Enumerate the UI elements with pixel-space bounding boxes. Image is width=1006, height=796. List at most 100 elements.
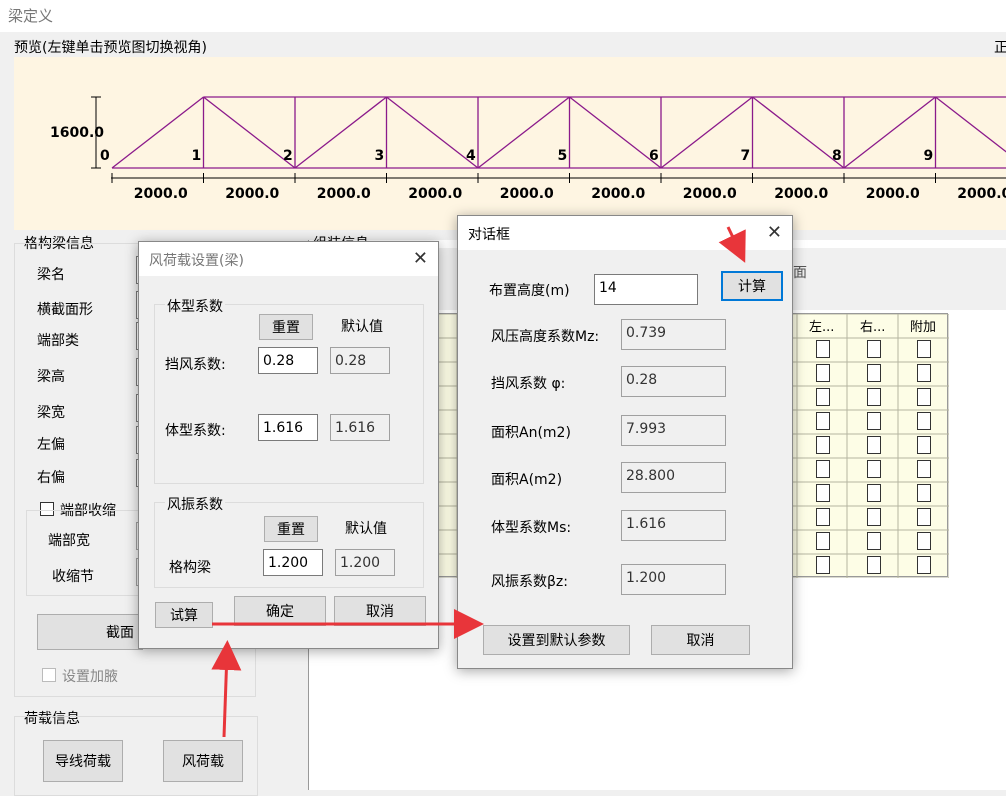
table-row-checkbox[interactable]	[867, 508, 881, 526]
calc-result-label: 风振系数βz:	[491, 571, 568, 591]
truss-diagonal	[295, 97, 387, 168]
end-width-label: 端部宽	[48, 530, 90, 550]
truss-end-diagonal	[112, 97, 204, 168]
truss-preview[interactable]: 1600.0 0123456789 2000.02000.02000.02000…	[14, 57, 1006, 230]
truss-node-label: 5	[558, 148, 568, 164]
table-row-checkbox[interactable]	[816, 340, 830, 358]
table-row-checkbox[interactable]	[917, 556, 931, 574]
span-dimension-label: 2000.0	[134, 186, 188, 202]
wind-dialog-title: 风荷载设置(梁)	[149, 250, 244, 270]
wind-block-default: 0.28	[330, 347, 390, 374]
beam-field-label: 梁名	[37, 264, 65, 284]
calc-result-value: 0.28	[621, 366, 726, 397]
calc-cancel-button[interactable]: 取消	[651, 625, 750, 655]
calc-result-value: 0.739	[621, 319, 726, 350]
add-haunch-checkbox[interactable]	[42, 668, 56, 682]
truss-node-label: 7	[741, 148, 751, 164]
span-dimension-label: 2000.0	[866, 186, 920, 202]
table-row-checkbox[interactable]	[867, 364, 881, 382]
table-row-checkbox[interactable]	[867, 436, 881, 454]
shrink-node-label: 收缩节	[52, 566, 94, 586]
layout-height-input[interactable]: 14	[594, 274, 698, 305]
truss-node-label: 0	[100, 148, 110, 164]
table-row-checkbox[interactable]	[816, 532, 830, 550]
trial-calc-button[interactable]: 试算	[155, 602, 213, 628]
table-row-checkbox[interactable]	[816, 436, 830, 454]
close-icon[interactable]: ✕	[413, 248, 428, 269]
height-dimension-label: 1600.0	[50, 125, 104, 141]
wind-load-dialog: 风荷载设置(梁) ✕ 体型系数 重置 默认值 挡风系数: 0.28 0.28 体…	[138, 241, 439, 649]
calc-result-label: 面积An(m2)	[491, 422, 571, 442]
table-column-header[interactable]: 右...	[860, 316, 885, 335]
calc-result-value: 1.200	[621, 564, 726, 595]
table-row-checkbox[interactable]	[917, 412, 931, 430]
wind-block-input[interactable]: 0.28	[258, 347, 318, 374]
span-dimension-label: 2000.0	[317, 186, 371, 202]
table-column-header[interactable]: 左...	[809, 316, 834, 335]
table-row-checkbox[interactable]	[867, 412, 881, 430]
wind-dialog-title-bar: 风荷载设置(梁) ✕	[139, 242, 438, 276]
table-row-checkbox[interactable]	[917, 484, 931, 502]
table-row-checkbox[interactable]	[867, 340, 881, 358]
truss-node-label: 4	[466, 148, 476, 164]
shape-coef-input[interactable]: 1.616	[258, 414, 318, 441]
table-row-checkbox[interactable]	[867, 484, 881, 502]
truss-diagonal	[478, 97, 570, 168]
truss-diagonal	[387, 97, 479, 168]
wire-load-button[interactable]: 导线荷载	[43, 740, 123, 782]
lattice-beam-input[interactable]: 1.200	[263, 549, 323, 576]
calc-dialog-title-bar: 对话框 ✕	[458, 216, 792, 250]
table-row-checkbox[interactable]	[917, 364, 931, 382]
section-button[interactable]: 截面	[37, 614, 143, 650]
set-default-params-button[interactable]: 设置到默认参数	[483, 625, 630, 655]
beam-field-label: 端部类	[37, 330, 79, 350]
truss-diagonal	[844, 97, 936, 168]
wind-load-button[interactable]: 风荷载	[163, 740, 243, 782]
assembly-partial-label2: 面	[793, 262, 807, 282]
table-row-checkbox[interactable]	[816, 484, 830, 502]
shape-coef-label: 体型系数:	[165, 420, 226, 440]
wind-block-label: 挡风系数:	[165, 354, 226, 374]
span-dimension-label: 2000.0	[774, 186, 828, 202]
table-row-checkbox[interactable]	[816, 556, 830, 574]
truss-diagonal	[204, 97, 296, 168]
table-row-checkbox[interactable]	[867, 532, 881, 550]
table-row-checkbox[interactable]	[917, 388, 931, 406]
table-row-checkbox[interactable]	[867, 556, 881, 574]
truss-node-label: 6	[649, 148, 659, 164]
vibration-reset-button[interactable]: 重置	[264, 516, 318, 542]
table-row-checkbox[interactable]	[917, 340, 931, 358]
table-row-checkbox[interactable]	[917, 508, 931, 526]
truss-node-label: 1	[192, 148, 202, 164]
shape-coef-group-label: 体型系数	[165, 296, 225, 316]
shape-reset-button[interactable]: 重置	[259, 314, 313, 340]
wind-cancel-button[interactable]: 取消	[334, 596, 426, 626]
window-title: 梁定义	[8, 5, 53, 26]
span-dimension-label: 2000.0	[225, 186, 279, 202]
table-row-checkbox[interactable]	[917, 436, 931, 454]
vibration-group-label: 风振系数	[165, 494, 225, 514]
table-row-checkbox[interactable]	[917, 532, 931, 550]
table-row-checkbox[interactable]	[816, 364, 830, 382]
layout-height-label: 布置高度(m)	[489, 280, 570, 300]
table-row-checkbox[interactable]	[867, 388, 881, 406]
truss-node-label: 9	[924, 148, 934, 164]
beam-field-label: 左偏	[37, 434, 65, 454]
calculate-button[interactable]: 计算	[721, 271, 783, 301]
table-column-header[interactable]: 附加	[910, 316, 936, 335]
preview-label-right: 正	[994, 37, 1006, 57]
table-row-checkbox[interactable]	[867, 460, 881, 478]
truss-drawing: 1600.0 0123456789 2000.02000.02000.02000…	[14, 57, 1006, 230]
table-row-checkbox[interactable]	[816, 508, 830, 526]
table-row-checkbox[interactable]	[816, 388, 830, 406]
table-row-checkbox[interactable]	[917, 460, 931, 478]
shape-coef-default: 1.616	[330, 414, 390, 441]
beam-field-label: 右偏	[37, 467, 65, 487]
truss-node-label: 3	[375, 148, 385, 164]
calc-result-label: 挡风系数 φ:	[491, 373, 565, 393]
preview-label: 预览(左键单击预览图切换视角)	[14, 37, 207, 57]
ok-button[interactable]: 确定	[234, 596, 326, 626]
table-row-checkbox[interactable]	[816, 460, 830, 478]
close-icon[interactable]: ✕	[767, 222, 782, 243]
table-row-checkbox[interactable]	[816, 412, 830, 430]
